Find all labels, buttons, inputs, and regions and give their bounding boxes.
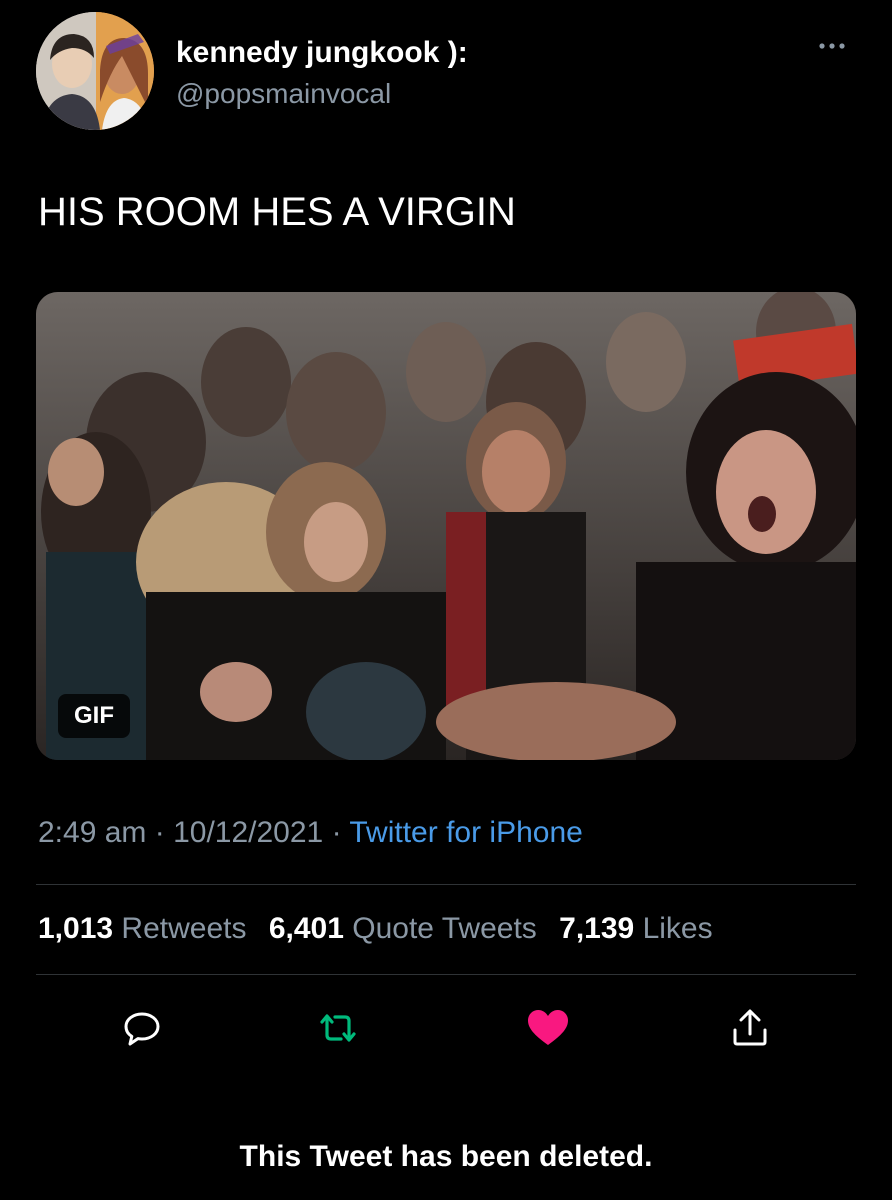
tweet-source-link[interactable]: Twitter for iPhone [349,816,582,849]
divider [36,884,856,885]
divider [36,974,856,975]
retweets-stat[interactable]: 1,013 Retweets [38,912,246,945]
tweet-media-gif[interactable] [36,292,856,760]
likes-count: 7,139 [559,912,635,945]
gif-preview-image [36,292,856,760]
quotes-label: Quote Tweets [352,912,537,945]
heart-icon[interactable] [524,1004,572,1052]
meta-separator: · [154,816,165,849]
tweet-meta: 2:49 am · 10/12/2021 · Twitter for iPhon… [38,816,583,850]
share-icon[interactable] [726,1004,774,1052]
avatar-image [36,12,154,130]
tweet-stats: 1,013 Retweets 6,401 Quote Tweets 7,139 … [38,912,713,946]
likes-stat[interactable]: 7,139 Likes [559,912,712,945]
gif-badge: GIF [58,694,130,738]
avatar[interactable] [36,12,154,130]
meta-separator: · [331,816,342,849]
tweet-time: 2:49 am [38,816,147,849]
deleted-notice: This Tweet has been deleted. [239,1140,653,1173]
retweet-icon[interactable] [314,1004,362,1052]
tweet-text: HIS ROOM HES A VIRGIN [38,190,516,234]
quotes-stat[interactable]: 6,401 Quote Tweets [269,912,537,945]
tweet-date: 10/12/2021 [173,816,324,849]
retweets-label: Retweets [121,912,247,945]
more-options-icon[interactable] [808,36,856,56]
likes-label: Likes [642,912,713,945]
display-name[interactable]: kennedy jungkook ): [176,36,468,70]
quotes-count: 6,401 [268,912,344,945]
handle[interactable]: @popsmainvocal [176,78,391,110]
reply-icon[interactable] [118,1004,166,1052]
retweets-count: 1,013 [38,912,114,945]
